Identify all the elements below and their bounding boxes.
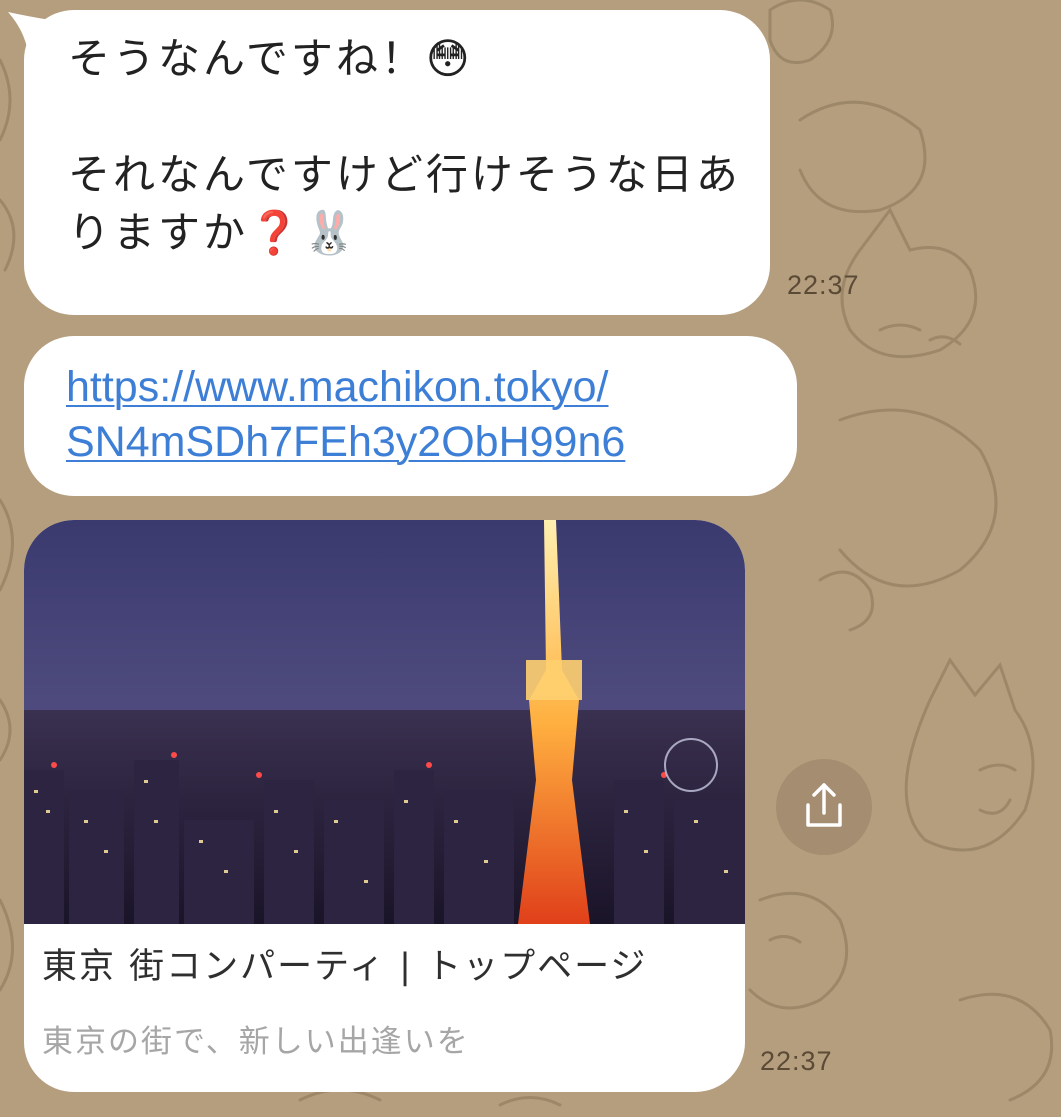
preview-image-tokyo-tower[interactable] — [24, 520, 745, 924]
url-link[interactable]: SN4mSDh7FEh3y2ObH99n6 — [66, 415, 777, 470]
message-text-line: そうなんですね！😳 — [68, 34, 473, 83]
share-button[interactable] — [776, 759, 872, 855]
message-text-line: それなんですけど行けそうな日あ — [68, 150, 741, 199]
preview-description: 東京の街で、新しい出逢いを — [42, 1024, 470, 1060]
link-preview-card[interactable] — [24, 520, 745, 1092]
share-icon — [806, 783, 842, 827]
preview-title: 東京 街コンパーティ | トップページ — [42, 947, 648, 987]
link-message-bubble[interactable]: https://www.machikon.tokyo/ SN4mSDh7FEh3… — [24, 336, 797, 496]
message-timestamp: 22:37 — [787, 270, 860, 300]
bubble-tail — [8, 12, 50, 52]
url-link[interactable]: https://www.machikon.tokyo/ — [66, 360, 777, 415]
message-timestamp: 22:37 — [760, 1046, 833, 1076]
message-text-line: りますか❓🐰 — [68, 208, 359, 257]
message-bubble[interactable]: そうなんですね！😳 それなんですけど行けそうな日あ りますか❓🐰 — [24, 10, 770, 315]
